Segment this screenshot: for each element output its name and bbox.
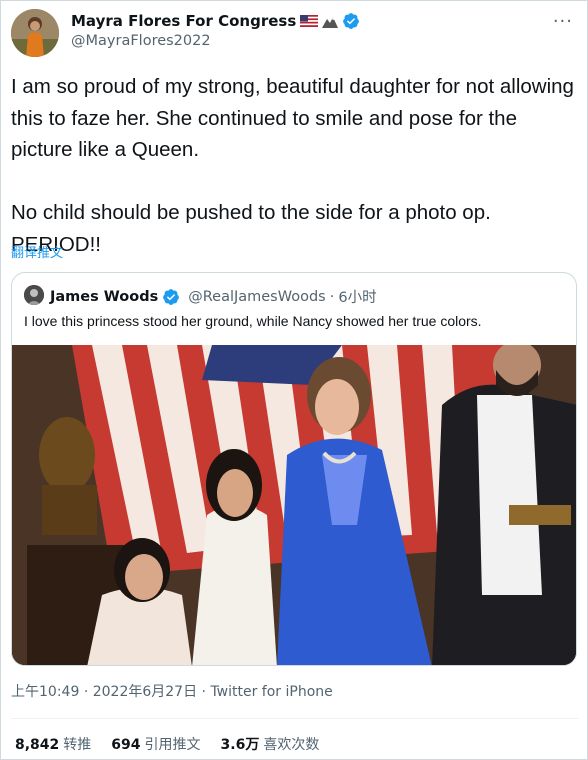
retweets-count: 8,842	[15, 737, 60, 753]
video-frame-image	[12, 345, 576, 665]
quotes-count: 694	[111, 737, 141, 753]
tweet-card: Mayra Flores For Congress @MayraFlores20…	[0, 0, 588, 760]
mountain-icon	[322, 17, 339, 28]
quotes-stat[interactable]: 694 引用推文	[111, 734, 200, 754]
tweet-meta: 上午10:49 · 2022年6月27日 · Twitter for iPhon…	[11, 681, 333, 701]
more-options-button[interactable]: ···	[553, 11, 573, 32]
quote-author-avatar	[24, 285, 44, 305]
translate-tweet-link[interactable]: 翻译推文	[11, 242, 63, 261]
meta-separator: ·	[83, 684, 89, 700]
quotes-label: 引用推文	[144, 737, 201, 753]
quote-text: I love this princess stood her ground, w…	[24, 313, 482, 329]
stats-divider	[11, 718, 579, 719]
author-avatar[interactable]	[11, 9, 59, 57]
quote-verified-badge-icon	[163, 288, 180, 305]
likes-stat[interactable]: 3.6万 喜欢次数	[221, 734, 320, 754]
quote-separator: ·	[329, 288, 335, 305]
quote-author-handle: @RealJamesWoods	[188, 288, 326, 305]
tweet-source: Twitter for iPhone	[210, 684, 333, 700]
us-flag-icon	[300, 15, 319, 27]
tweet-header: Mayra Flores For Congress @MayraFlores20…	[11, 9, 579, 59]
meta-separator: ·	[201, 684, 206, 700]
author-display-name[interactable]: Mayra Flores For Congress	[71, 12, 360, 30]
tweet-text: I am so proud of my strong, beautiful da…	[11, 75, 574, 256]
tweet-date[interactable]: 2022年6月27日	[93, 684, 197, 700]
author-handle[interactable]: @MayraFlores2022	[71, 33, 211, 49]
likes-label: 喜欢次数	[263, 737, 320, 753]
tweet-time[interactable]: 上午10:49	[11, 684, 79, 700]
quote-author-name: James Woods	[50, 288, 159, 305]
quote-time: 6小时	[338, 290, 377, 306]
retweets-stat[interactable]: 8,842 转推	[15, 734, 91, 754]
author-name-text: Mayra Flores For Congress	[71, 12, 297, 30]
likes-count: 3.6万	[220, 737, 260, 753]
verified-badge-icon	[343, 13, 360, 29]
quoted-tweet[interactable]: James Woods @RealJamesWoods · 6小时 I love…	[11, 272, 577, 666]
retweets-label: 转推	[63, 737, 92, 753]
quote-media-video[interactable]	[12, 345, 576, 665]
quote-header: James Woods @RealJamesWoods · 6小时	[50, 286, 377, 307]
tweet-stats: 8,842 转推 694 引用推文 3.6万 喜欢次数	[15, 734, 319, 754]
